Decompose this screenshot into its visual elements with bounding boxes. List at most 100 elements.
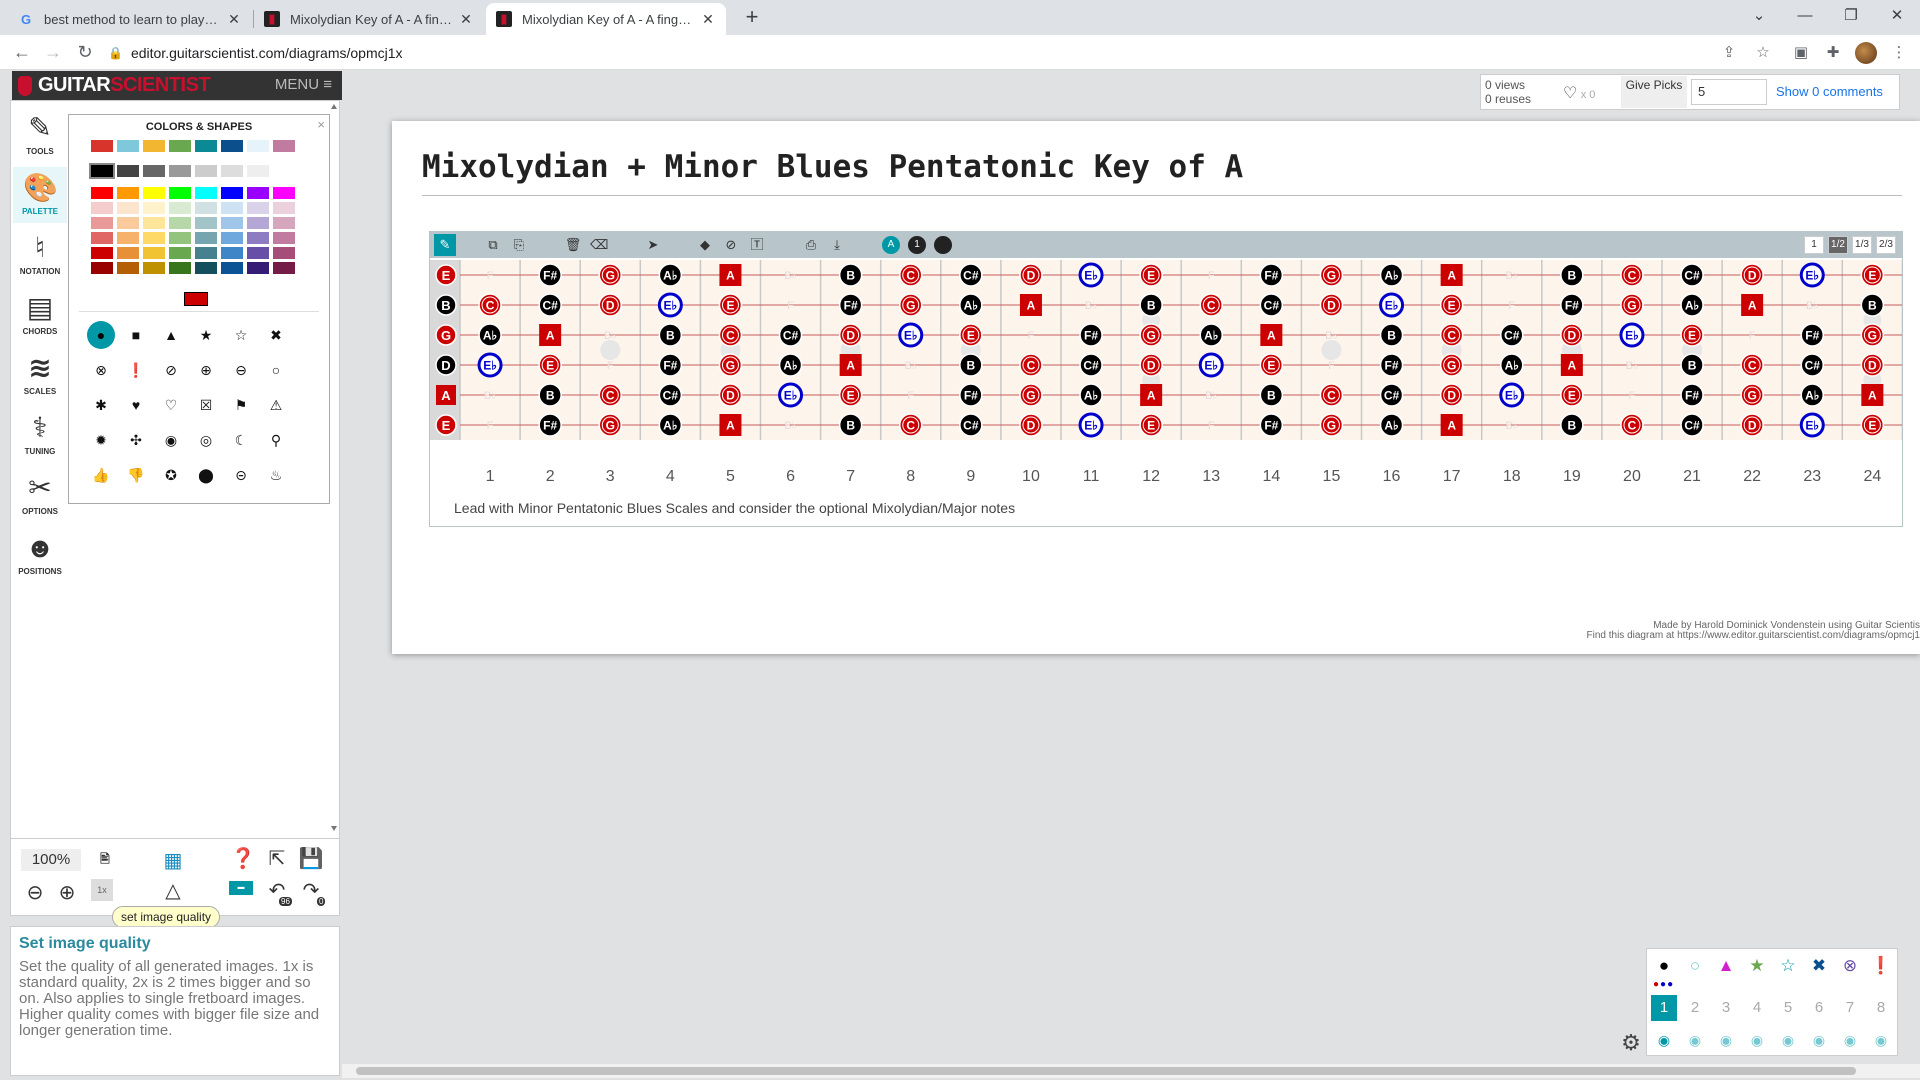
shape-option-icon[interactable]: ☆: [227, 321, 255, 349]
tool-scales[interactable]: ≋ SCALES: [13, 347, 67, 403]
paste-icon[interactable]: ⎘: [510, 236, 528, 254]
palette-swatch[interactable]: [91, 247, 113, 259]
ring-icon[interactable]: ○: [1684, 955, 1706, 977]
puzzle-icon[interactable]: ✚: [1822, 42, 1844, 64]
palette-swatch[interactable]: [169, 232, 191, 244]
palette-swatch[interactable]: [117, 187, 139, 199]
tab-mixolydian-1[interactable]: ▮ Mixolydian Key of A - A fingering ✕: [254, 3, 484, 35]
recent-color-swatch[interactable]: [247, 140, 269, 152]
palette-swatch[interactable]: [117, 217, 139, 229]
fill-icon[interactable]: ◆: [696, 236, 714, 254]
layer-4-button[interactable]: 4: [1744, 995, 1770, 1021]
no-entry-icon[interactable]: ⊘: [722, 236, 740, 254]
x-icon[interactable]: ✖: [1808, 955, 1830, 977]
recent-color-swatch[interactable]: [273, 140, 295, 152]
tab-google-search[interactable]: G best method to learn to play guit ✕: [8, 3, 252, 35]
zoom-in-icon[interactable]: ⊕: [53, 879, 81, 907]
star-outline-icon[interactable]: ☆: [1777, 955, 1799, 977]
tool-chords[interactable]: ▤ CHORDS: [13, 287, 67, 343]
palette-swatch[interactable]: [273, 202, 295, 214]
shape-option-icon[interactable]: ✪: [157, 461, 185, 489]
share-icon[interactable]: ⇪: [1718, 42, 1740, 64]
layer-visibility-icon[interactable]: ◉: [1775, 1031, 1801, 1049]
image-export-icon[interactable]: 🖹: [91, 845, 119, 873]
palette-swatch[interactable]: [195, 262, 217, 274]
save-icon[interactable]: 💾: [297, 845, 325, 873]
palette-swatch[interactable]: [143, 262, 165, 274]
shape-option-icon[interactable]: ⚲: [262, 426, 290, 454]
shape-option-icon[interactable]: ⊕: [192, 356, 220, 384]
settings-gears-icon[interactable]: ⚙: [1618, 1030, 1644, 1056]
scroll-thumb[interactable]: [356, 1067, 1856, 1075]
dots-icon[interactable]: ●●●: [1653, 979, 1674, 990]
palette-swatch[interactable]: [221, 202, 243, 214]
layer-2-button[interactable]: 2: [1682, 995, 1708, 1021]
recent-color-swatch[interactable]: [143, 140, 165, 152]
palette-swatch[interactable]: [221, 217, 243, 229]
grey-swatch[interactable]: [195, 165, 217, 177]
dot-mode-icon[interactable]: [934, 236, 952, 254]
filled-circle-icon[interactable]: ●: [1653, 955, 1675, 977]
fretboard[interactable]: EBGDAEF F# G A♭ A B♭ B C C# D E♭ E F F# G A♭ A B♭ B C C# D E♭ E…: [430, 260, 1902, 492]
tab-search-icon[interactable]: ⌄: [1736, 0, 1782, 35]
pointer-icon[interactable]: ➤: [644, 236, 662, 254]
print-icon[interactable]: ⎙: [802, 236, 820, 254]
shape-option-icon[interactable]: ■: [122, 321, 150, 349]
shape-option-icon[interactable]: ❗: [122, 356, 150, 384]
palette-swatch[interactable]: [195, 202, 217, 214]
shape-option-icon[interactable]: ⬤: [192, 461, 220, 489]
shape-option-icon[interactable]: ▲: [157, 321, 185, 349]
palette-swatch[interactable]: [221, 262, 243, 274]
close-tab-icon[interactable]: ✕: [226, 11, 242, 28]
palette-swatch[interactable]: [221, 232, 243, 244]
back-icon[interactable]: ←: [9, 39, 35, 65]
new-tab-button[interactable]: +: [738, 4, 766, 32]
palette-swatch[interactable]: [195, 232, 217, 244]
shape-option-icon[interactable]: ○: [262, 356, 290, 384]
copy-icon[interactable]: ⧉: [484, 236, 502, 254]
recent-color-swatch[interactable]: [221, 140, 243, 152]
shape-option-icon[interactable]: ⊝: [227, 461, 255, 489]
shape-option-icon[interactable]: 👍: [87, 461, 115, 489]
palette-swatch[interactable]: [143, 217, 165, 229]
close-tab-icon[interactable]: ✕: [458, 11, 474, 28]
layer-1-button[interactable]: 1: [1651, 995, 1677, 1021]
share-out-icon[interactable]: ⇱: [263, 845, 291, 873]
close-tab-icon[interactable]: ✕: [700, 11, 716, 28]
layer-visibility-icon[interactable]: ◉: [1837, 1031, 1863, 1049]
menu-button[interactable]: MENU ≡: [275, 76, 332, 93]
layer-visibility-icon[interactable]: ◉: [1682, 1031, 1708, 1049]
forward-icon[interactable]: →: [40, 39, 66, 65]
image-quality-button[interactable]: 1x: [91, 879, 113, 901]
show-comments-link[interactable]: Show 0 comments: [1776, 84, 1883, 99]
grey-swatch[interactable]: [89, 163, 115, 179]
table-view-icon[interactable]: ▦: [159, 847, 187, 875]
note-name-mode-icon[interactable]: A: [882, 236, 900, 254]
palette-swatch[interactable]: [143, 247, 165, 259]
shape-option-icon[interactable]: ⊗: [87, 356, 115, 384]
page-2-3[interactable]: 2/3: [1876, 236, 1896, 254]
shape-option-icon[interactable]: ☒: [192, 391, 220, 419]
palette-swatch[interactable]: [117, 262, 139, 274]
palette-swatch[interactable]: [117, 202, 139, 214]
more-menu-icon[interactable]: ⋮: [1888, 42, 1910, 64]
triangle-icon[interactable]: ▲: [1715, 955, 1737, 977]
restore-icon[interactable]: ❐: [1828, 0, 1874, 35]
shape-option-icon[interactable]: ◎: [192, 426, 220, 454]
layer-7-button[interactable]: 7: [1837, 995, 1863, 1021]
palette-swatch[interactable]: [91, 187, 113, 199]
palette-swatch[interactable]: [221, 247, 243, 259]
palette-swatch[interactable]: [273, 217, 295, 229]
layer-3-button[interactable]: 3: [1713, 995, 1739, 1021]
palette-swatch[interactable]: [169, 202, 191, 214]
recent-color-swatch[interactable]: [117, 140, 139, 152]
page-1-3[interactable]: 1/3: [1852, 236, 1872, 254]
shape-option-icon[interactable]: ⚑: [227, 391, 255, 419]
shape-option-icon[interactable]: 👎: [122, 461, 150, 489]
palette-swatch[interactable]: [247, 232, 269, 244]
palette-swatch[interactable]: [195, 247, 217, 259]
layer-5-button[interactable]: 5: [1775, 995, 1801, 1021]
page-1-2[interactable]: 1/2: [1828, 236, 1848, 254]
interval-mode-icon[interactable]: 1: [908, 236, 926, 254]
palette-swatch[interactable]: [117, 232, 139, 244]
